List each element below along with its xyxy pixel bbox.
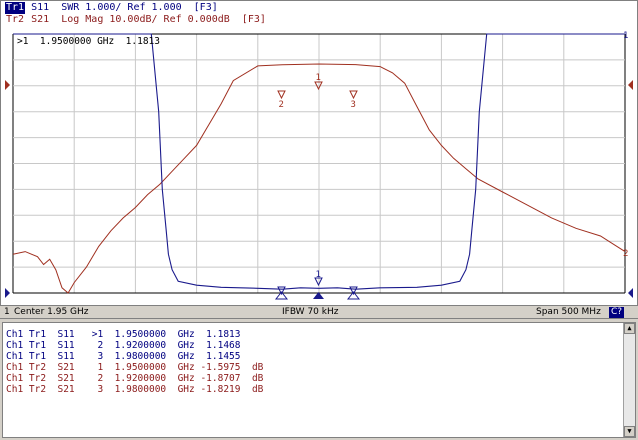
marker-s21-2[interactable]: 2 bbox=[277, 90, 286, 110]
marker-row[interactable]: Ch1 Tr2 S21 2 1.9200000 GHz -1.8707 dB bbox=[6, 374, 263, 384]
trace2-tag[interactable]: Tr2 bbox=[5, 14, 25, 26]
trace1-tag[interactable]: Tr1 bbox=[5, 2, 26, 14]
ifbw-value[interactable]: IFBW 70 kHz bbox=[282, 306, 338, 318]
scroll-up-icon[interactable]: ▲ bbox=[624, 323, 635, 334]
active-marker-readout: >1 1.9500000 GHz 1.1813 bbox=[17, 36, 160, 47]
marker-row[interactable]: Ch1 Tr1 S11 2 1.9200000 GHz 1.1468 bbox=[6, 341, 241, 351]
svg-text:1: 1 bbox=[316, 270, 321, 280]
trace2-header[interactable]: Tr2 S21 Log Mag 10.00dB/ Ref 0.000dB [F3… bbox=[5, 14, 266, 26]
marker-row[interactable]: Ch1 Tr2 S21 1 1.9500000 GHz -1.5975 dB bbox=[6, 363, 263, 373]
marker-table: Ch1 Tr1 S11 >1 1.9500000 GHz 1.1813 Ch1 … bbox=[2, 322, 636, 438]
scale-label-tr1: 1 bbox=[623, 31, 628, 41]
graph-area: 1 2 1 2 3 1 Tr1 S11 SWR 1.000/ Ref 1.000… bbox=[0, 0, 638, 306]
reference-arrow-right-tr1[interactable] bbox=[628, 288, 633, 298]
reference-arrow-left-tr1[interactable] bbox=[5, 288, 10, 298]
reference-arrow-right-tr2[interactable] bbox=[628, 80, 633, 90]
status-bar: 1 Center 1.95 GHz IFBW 70 kHz Span 500 M… bbox=[0, 305, 638, 319]
scale-label-tr2: 2 bbox=[623, 249, 628, 259]
reference-arrow-left-tr2[interactable] bbox=[5, 80, 10, 90]
svg-text:2: 2 bbox=[279, 100, 284, 110]
scroll-down-icon[interactable]: ▼ bbox=[624, 426, 635, 437]
marker-row[interactable]: Ch1 Tr1 S11 3 1.9800000 GHz 1.1455 bbox=[6, 352, 241, 362]
center-frequency[interactable]: Center 1.95 GHz bbox=[14, 306, 89, 318]
svg-text:1: 1 bbox=[316, 73, 321, 83]
svg-text:3: 3 bbox=[351, 100, 356, 110]
marker-row[interactable]: Ch1 Tr1 S11 >1 1.9500000 GHz 1.1813 bbox=[6, 330, 241, 340]
trace1-settings: S11 SWR 1.000/ Ref 1.000 [F3] bbox=[31, 2, 218, 13]
trace2-settings: S21 Log Mag 10.00dB/ Ref 0.000dB [F3] bbox=[31, 14, 266, 25]
calibration-badge[interactable]: C? bbox=[609, 307, 625, 318]
marker-s21-3[interactable]: 3 bbox=[349, 90, 358, 110]
channel-number[interactable]: 1 bbox=[4, 306, 10, 318]
marker-table-scrollbar[interactable]: ▲ ▼ bbox=[623, 323, 635, 437]
trace1-header[interactable]: Tr1 S11 SWR 1.000/ Ref 1.000 [F3] bbox=[5, 2, 218, 14]
marker-row[interactable]: Ch1 Tr2 S21 3 1.9800000 GHz -1.8219 dB bbox=[6, 385, 263, 395]
span-frequency[interactable]: Span 500 MHz bbox=[536, 306, 601, 318]
